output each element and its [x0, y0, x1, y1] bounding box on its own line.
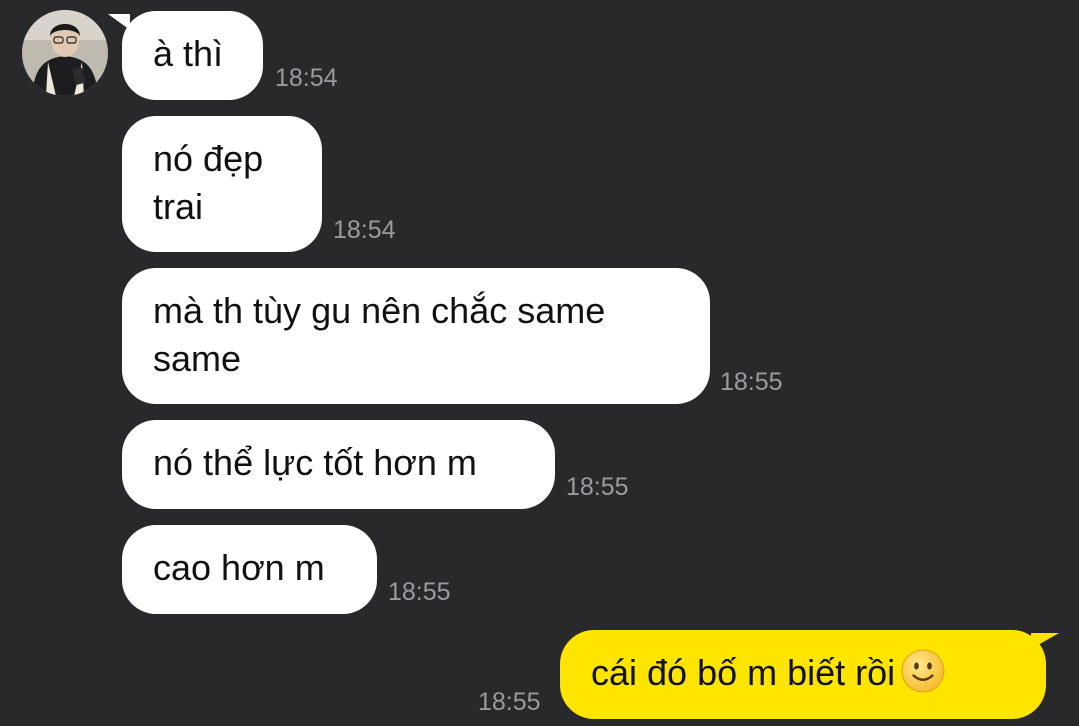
message-timestamp: 18:55 [720, 368, 783, 396]
incoming-message-bubble[interactable]: à thì [122, 11, 263, 100]
message-text: à thì [153, 33, 224, 74]
avatar-photo [22, 10, 108, 96]
message-timestamp: 18:55 [478, 688, 541, 716]
bubble-tail [1031, 633, 1059, 649]
sender-avatar[interactable] [22, 10, 108, 96]
outgoing-message-bubble[interactable]: cái đó bố m biết rồi [560, 630, 1046, 719]
message-text: cao hơn m [153, 547, 325, 588]
message-text: nó thể lực tốt hơn m [153, 442, 477, 483]
incoming-message-bubble[interactable]: cao hơn m [122, 525, 377, 614]
message-timestamp: 18:55 [566, 473, 629, 501]
message-text: nó đẹp trai [153, 138, 264, 227]
slightly-smiling-face-icon [901, 649, 945, 693]
incoming-message-bubble[interactable]: mà th tùy gu nên chắc same same [122, 268, 710, 404]
message-timestamp: 18:55 [388, 578, 451, 606]
message-timestamp: 18:54 [333, 216, 396, 244]
message-timestamp: 18:54 [275, 64, 338, 92]
message-text: mà th tùy gu nên chắc same same [153, 290, 606, 379]
incoming-message-bubble[interactable]: nó đẹp trai [122, 116, 322, 252]
message-text: cái đó bố m biết rồi [591, 652, 896, 693]
incoming-message-bubble[interactable]: nó thể lực tốt hơn m [122, 420, 555, 509]
chat-thread: à thì 18:54 nó đẹp trai 18:54 mà th tùy … [0, 0, 1079, 726]
